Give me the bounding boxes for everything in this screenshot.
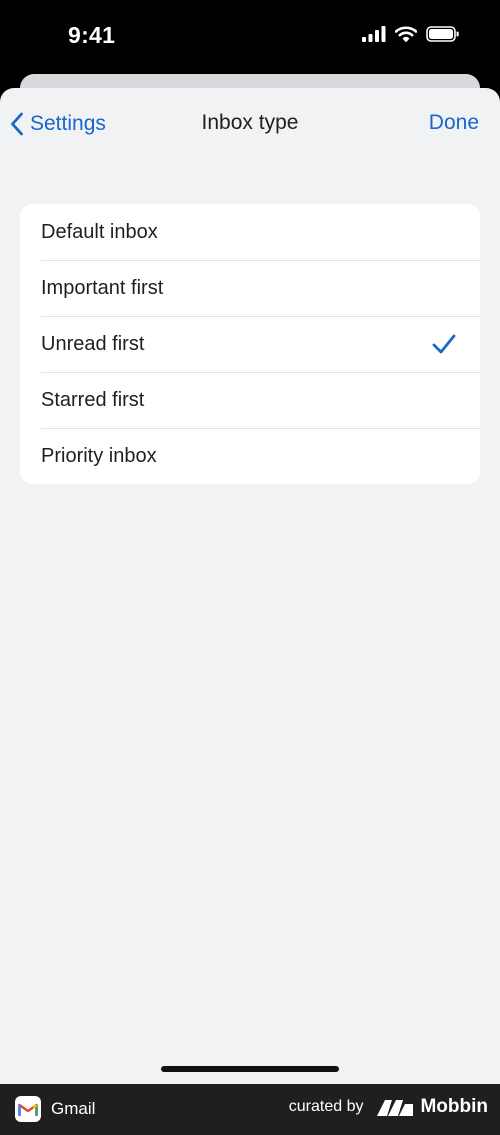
navigation-bar: Settings Inbox type Done bbox=[0, 88, 500, 160]
option-label: Unread first bbox=[41, 332, 145, 355]
done-button[interactable]: Done bbox=[429, 111, 479, 135]
inbox-type-list: Default inbox Important first Unread fir… bbox=[20, 204, 480, 484]
option-unread-first[interactable]: Unread first bbox=[20, 316, 480, 372]
option-starred-first[interactable]: Starred first bbox=[20, 372, 480, 428]
option-label: Important first bbox=[41, 276, 164, 299]
mobbin-label: Mobbin bbox=[420, 1096, 488, 1117]
wifi-icon bbox=[395, 26, 417, 42]
option-label: Starred first bbox=[41, 388, 145, 411]
mobbin-brand: Mobbin bbox=[377, 1096, 488, 1118]
option-default-inbox[interactable]: Default inbox bbox=[20, 204, 480, 260]
mobbin-logo-icon bbox=[377, 1100, 414, 1116]
signal-icon bbox=[362, 26, 386, 42]
battery-icon bbox=[426, 26, 459, 42]
option-priority-inbox[interactable]: Priority inbox bbox=[20, 428, 480, 484]
footer-curated: curated by Mobbin bbox=[289, 1096, 488, 1118]
footer-app-name: Gmail bbox=[51, 1099, 96, 1118]
gmail-logo-icon bbox=[15, 1096, 41, 1122]
option-label: Default inbox bbox=[41, 220, 158, 243]
home-indicator bbox=[161, 1066, 339, 1072]
checkmark-icon bbox=[432, 334, 456, 354]
option-label: Priority inbox bbox=[41, 444, 157, 467]
curated-by-label: curated by bbox=[288, 1098, 364, 1115]
footer-app: Gmail bbox=[15, 1096, 95, 1122]
inbox-type-sheet: Settings Inbox type Done Default inbox I… bbox=[0, 88, 500, 1084]
footer-bar: Gmail curated by Mobbin bbox=[0, 1084, 500, 1135]
status-time: 9:41 bbox=[68, 22, 116, 48]
status-bar: 9:41 bbox=[0, 0, 500, 75]
page-title: Inbox type bbox=[201, 111, 299, 134]
option-important-first[interactable]: Important first bbox=[20, 260, 480, 316]
status-icons bbox=[362, 26, 460, 42]
